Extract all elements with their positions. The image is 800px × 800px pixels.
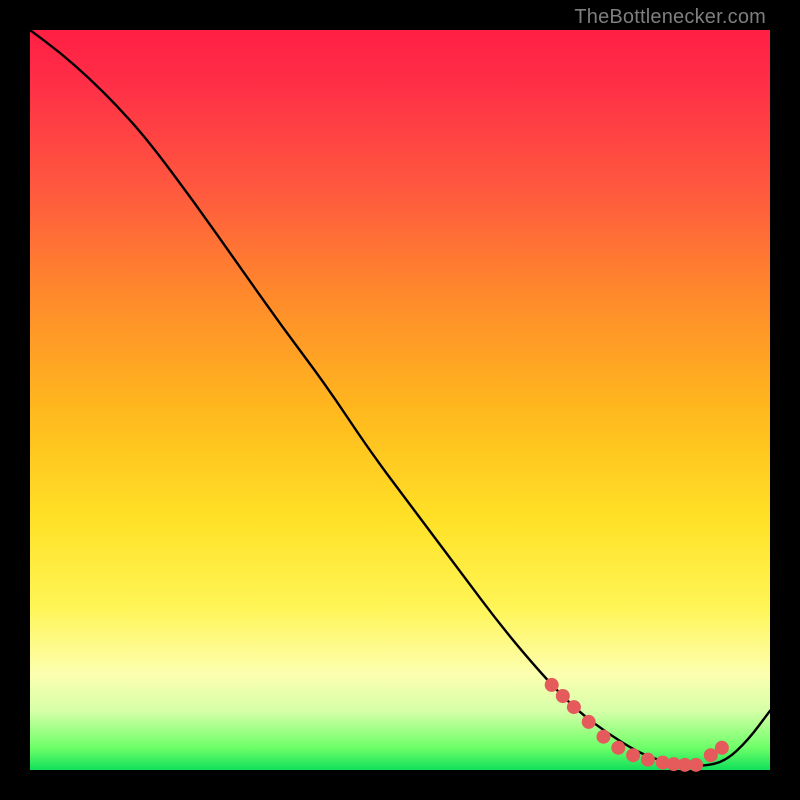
curve-marker [611,741,625,755]
curve-marker [715,741,729,755]
curve-marker [641,753,655,767]
curve-marker [582,715,596,729]
curve-marker [626,748,640,762]
plot-area [30,30,770,770]
chart-stage: TheBottlenecker.com [0,0,800,800]
curve-marker [689,758,703,772]
curve-marker [597,730,611,744]
bottleneck-curve [30,30,770,766]
curve-marker [556,689,570,703]
curve-marker [567,700,581,714]
chart-overlay [30,30,770,770]
credit-label: TheBottlenecker.com [574,6,766,29]
curve-markers [545,678,729,772]
curve-marker [545,678,559,692]
